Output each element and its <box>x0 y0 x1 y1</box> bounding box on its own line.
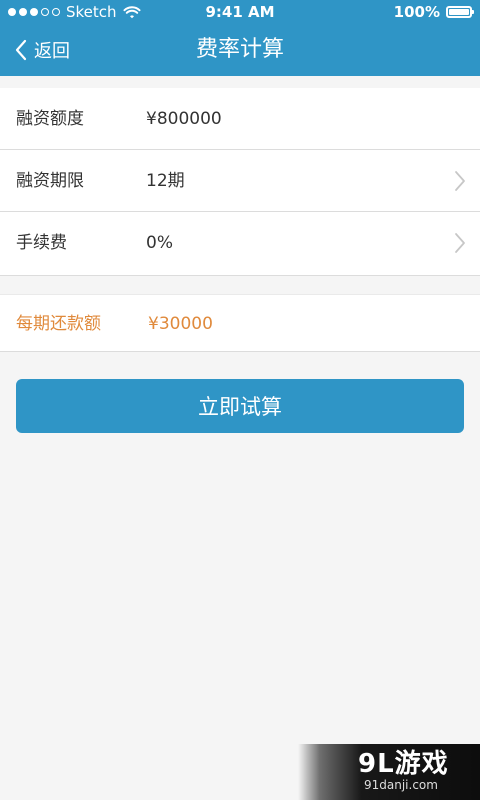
row-term[interactable]: 融资期限 12期 <box>0 150 480 212</box>
result-section: 每期还款额 ¥30000 <box>0 294 480 352</box>
battery-icon <box>446 6 474 18</box>
battery-fill <box>449 9 469 15</box>
form-section: 融资额度 ¥800000 融资期限 12期 手续费 0% <box>0 88 480 276</box>
watermark-main: 9L游戏 <box>358 749 449 779</box>
row-value[interactable]: ¥800000 <box>146 88 222 150</box>
battery-percent: 100% <box>393 3 440 21</box>
watermark-sub: 91danji.com <box>364 778 438 792</box>
chevron-right-icon <box>455 233 465 253</box>
row-label: 手续费 <box>16 233 67 253</box>
row-fee[interactable]: 手续费 0% <box>0 212 480 274</box>
top-header: Sketch 9:41 AM 100% 返回 费率计算 <box>0 0 480 76</box>
row-label: 融资期限 <box>16 171 84 191</box>
row-value: 12期 <box>146 171 185 191</box>
result-label: 每期还款额 <box>16 314 101 334</box>
row-value: 0% <box>146 233 173 253</box>
watermark: 9L游戏 91danji.com <box>298 744 480 800</box>
calculate-button[interactable]: 立即试算 <box>16 379 464 433</box>
result-value: ¥30000 <box>148 314 213 334</box>
row-amount[interactable]: 融资额度 ¥800000 <box>0 88 480 150</box>
chevron-right-icon <box>455 171 465 191</box>
row-label: 融资额度 <box>16 109 84 129</box>
page-title: 费率计算 <box>195 37 284 62</box>
status-right: 100% <box>393 0 474 24</box>
watermark-logo: 9L游戏 91danji.com <box>358 750 478 794</box>
nav-bar: 返回 费率计算 <box>0 24 480 76</box>
status-bar: Sketch 9:41 AM 100% <box>0 0 480 24</box>
